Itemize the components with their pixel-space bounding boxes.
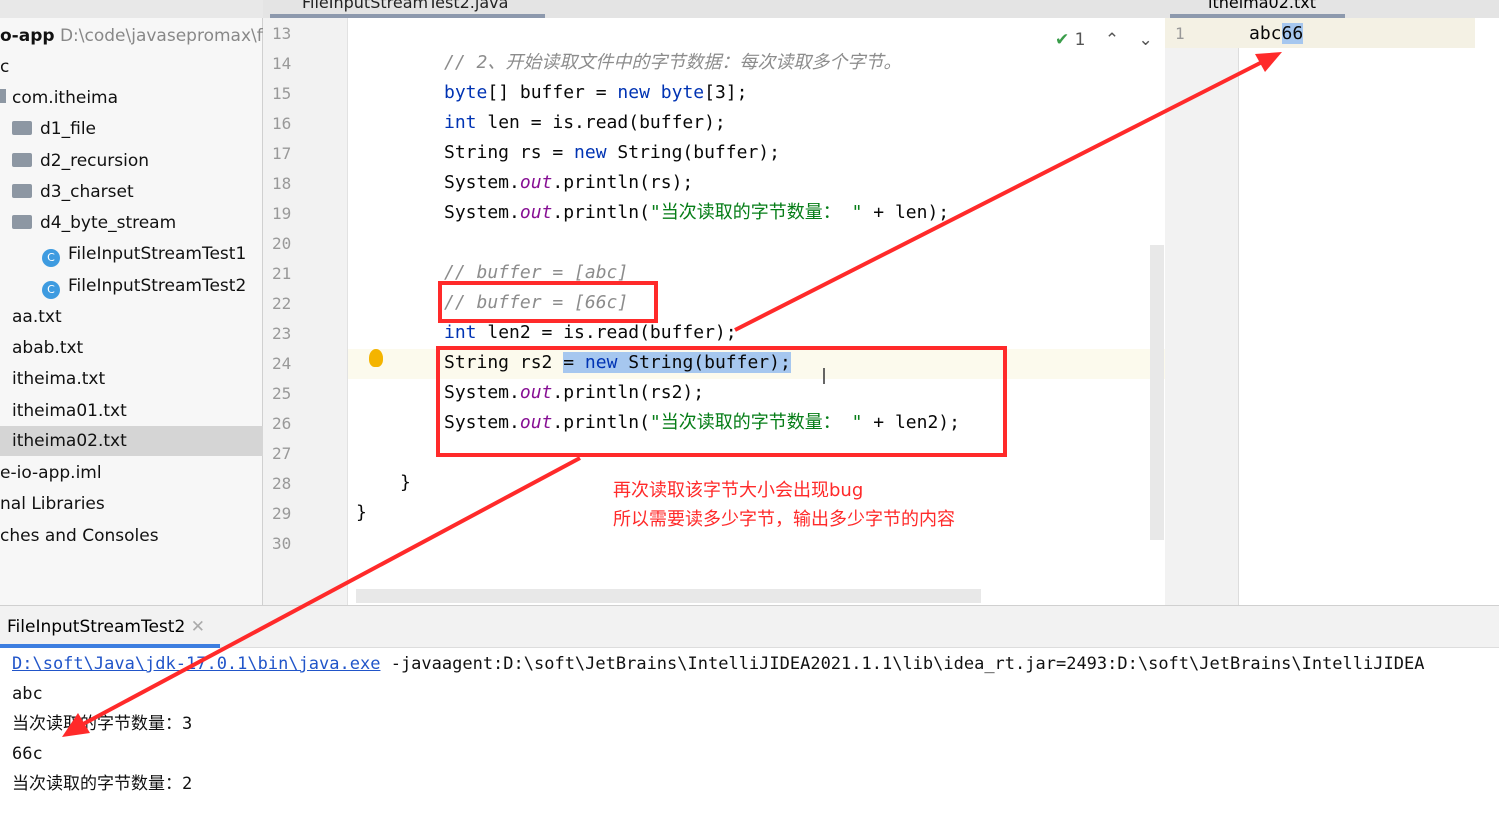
arrow-head bbox=[62, 713, 90, 737]
arrow bbox=[71, 456, 581, 732]
annotation-overlay bbox=[62, 52, 1282, 737]
highlight-box bbox=[438, 281, 658, 323]
highlight-box bbox=[436, 346, 1007, 457]
arrow bbox=[734, 56, 1271, 332]
